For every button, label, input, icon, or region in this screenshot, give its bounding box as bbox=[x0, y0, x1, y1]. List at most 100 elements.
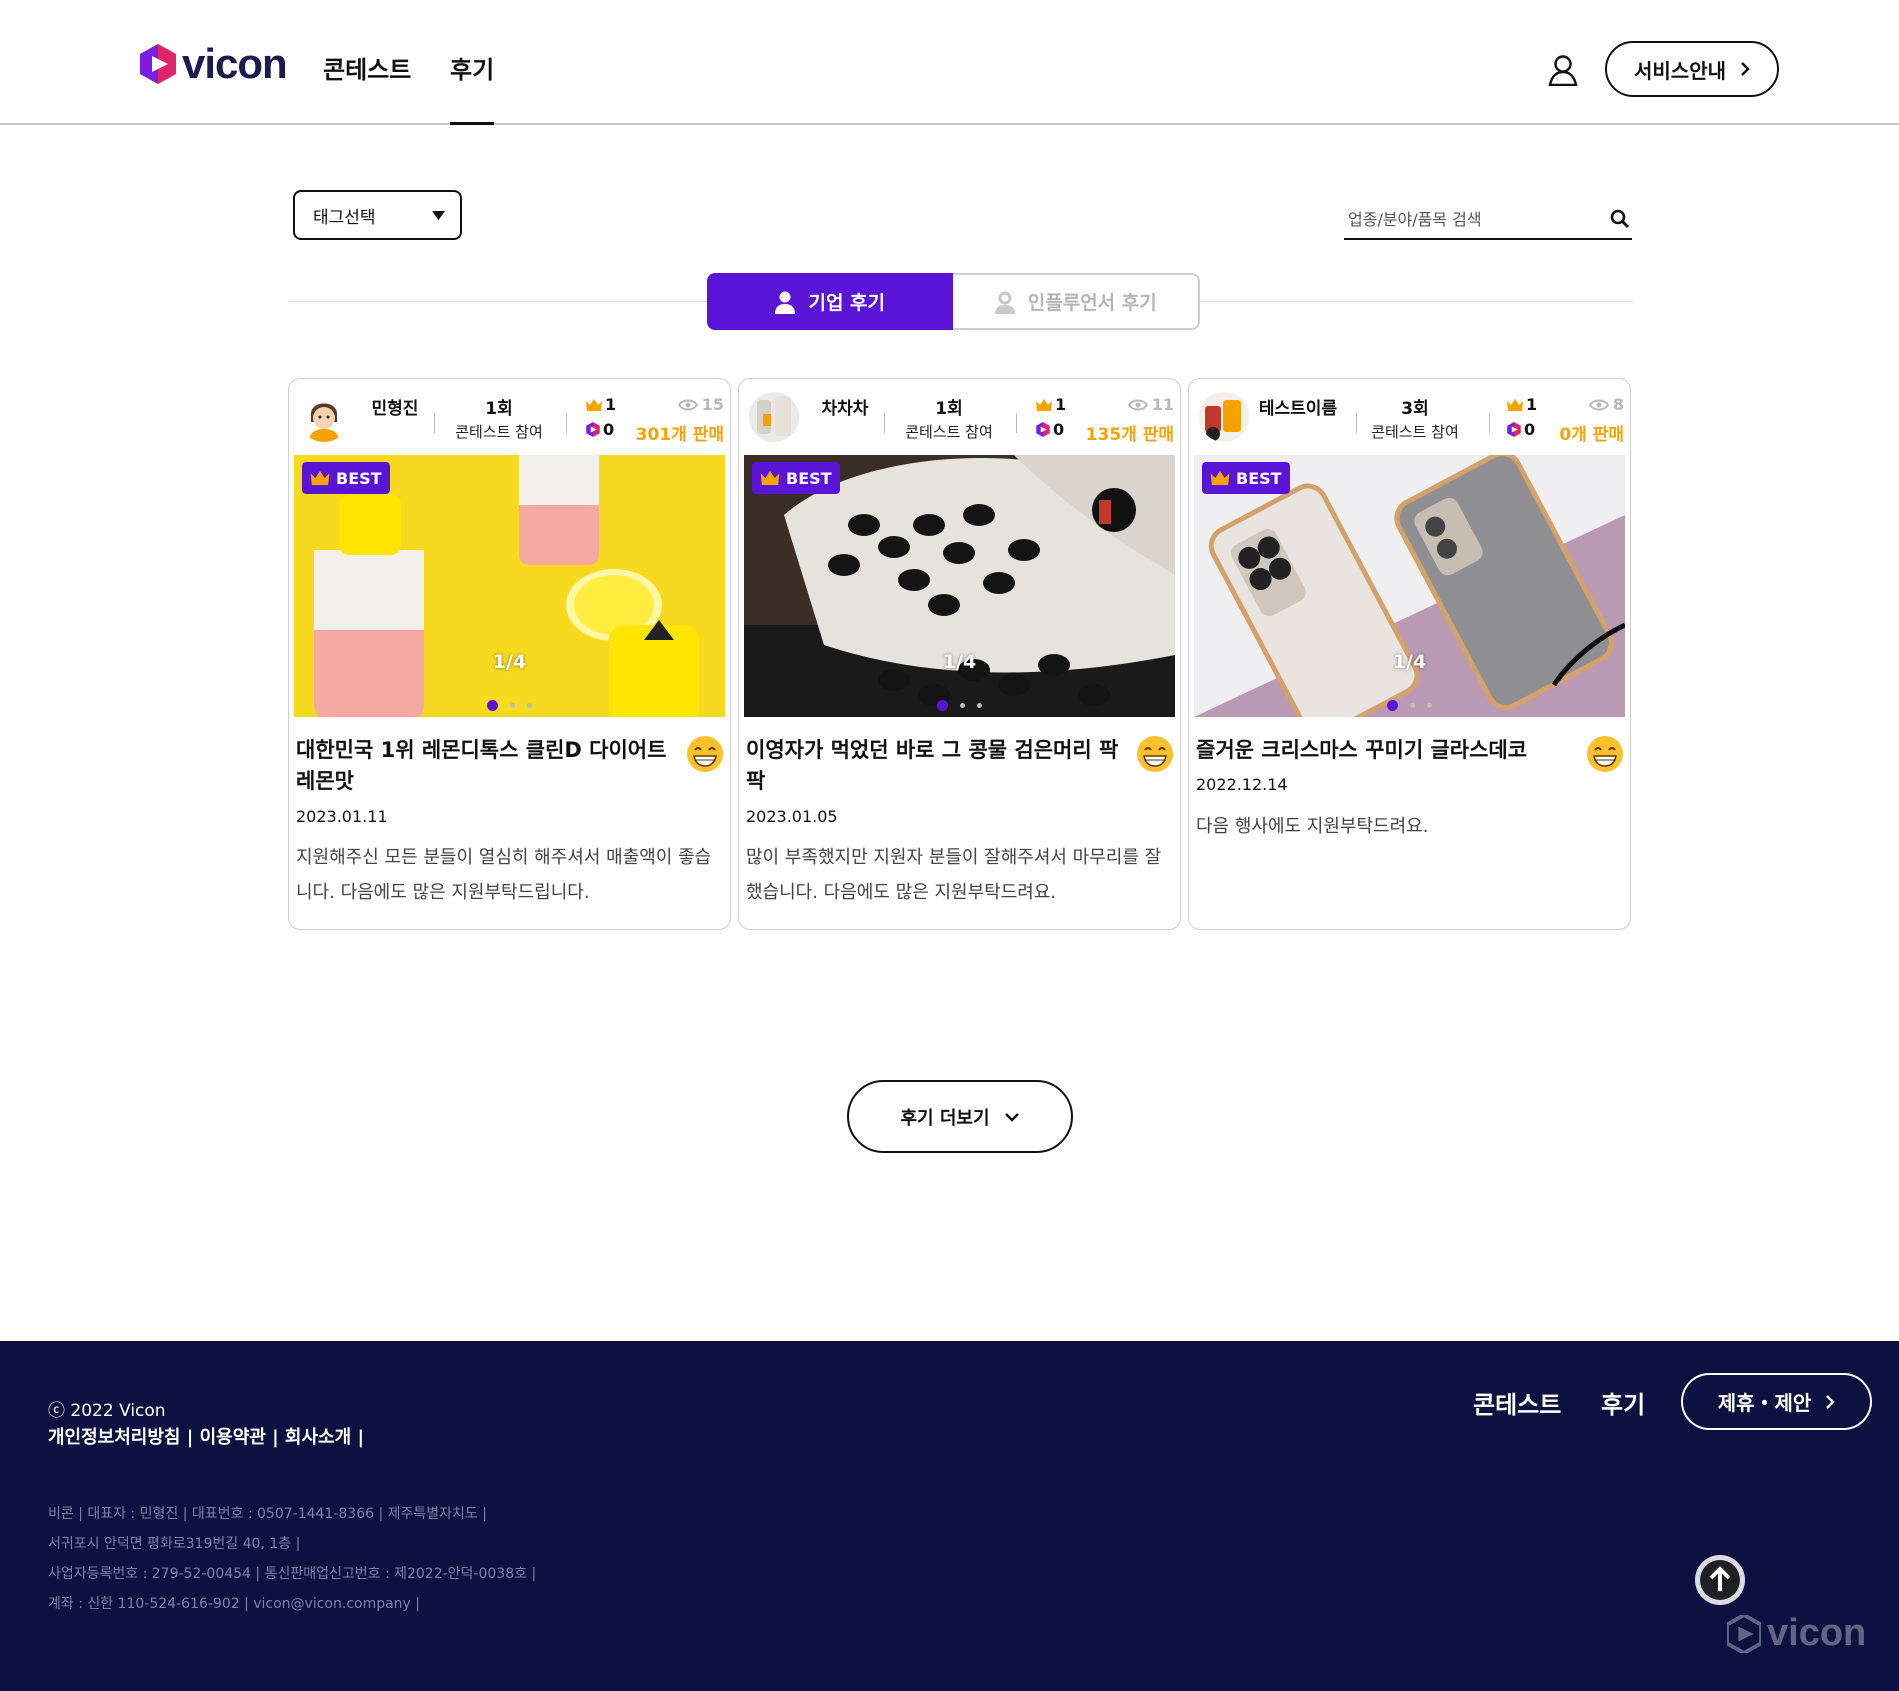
best-badge-label: BEST bbox=[336, 468, 382, 488]
arrow-up-icon bbox=[1700, 1560, 1740, 1600]
grin-emoji-icon bbox=[1137, 736, 1173, 772]
partnership-button[interactable]: 제휴・제안 bbox=[1681, 1373, 1872, 1430]
divider bbox=[1489, 413, 1490, 433]
footer-policy-links[interactable]: 개인정보처리방침 | 이용약관 | 회사소개 | bbox=[48, 1423, 364, 1449]
slide-dot[interactable] bbox=[1410, 703, 1415, 708]
card-header: 차차차 1회 콘테스트 참여 1 0 11 135개 판매 bbox=[739, 379, 1180, 455]
best-badge: BEST bbox=[302, 462, 390, 494]
slide-dot[interactable] bbox=[1427, 703, 1432, 708]
tab-influencer-review[interactable]: 인플루언서 후기 bbox=[952, 273, 1200, 330]
chevron-right-icon bbox=[1741, 62, 1750, 76]
contest-count-label: 콘테스트 참여 bbox=[455, 423, 543, 441]
site-footer: ⓒ 2022 Vicon 개인정보처리방침 | 이용약관 | 회사소개 | 비콘… bbox=[0, 1341, 1899, 1691]
slide-dot-active[interactable] bbox=[1387, 700, 1398, 711]
sold-count: 301개 판매 bbox=[635, 425, 724, 445]
view-stat: 15 bbox=[677, 395, 724, 414]
crown-icon bbox=[310, 471, 330, 485]
vicon-logo-icon bbox=[140, 44, 176, 84]
divider bbox=[434, 413, 435, 433]
review-tabs: 기업 후기 인플루언서 후기 bbox=[707, 273, 1200, 330]
vicon-stat: 0 bbox=[586, 420, 614, 439]
footer-logo: vicon bbox=[1727, 1612, 1866, 1655]
vicon-mini-icon bbox=[586, 422, 600, 437]
product-image[interactable]: BEST 1/4 bbox=[294, 455, 725, 717]
nav-review[interactable]: 후기 bbox=[450, 50, 495, 125]
best-badge-label: BEST bbox=[786, 468, 832, 488]
vicon-stat: 0 bbox=[1507, 420, 1535, 439]
service-guide-button[interactable]: 서비스안내 bbox=[1605, 41, 1779, 97]
chevron-right-icon bbox=[1826, 1394, 1835, 1409]
slide-dot[interactable] bbox=[960, 703, 965, 708]
service-guide-label: 서비스안내 bbox=[1634, 58, 1726, 83]
slide-dot[interactable] bbox=[510, 703, 515, 708]
company-info-line: 서귀포시 안덕면 평화로319번길 40, 1층 | bbox=[48, 1536, 301, 1552]
review-body: 많이 부족했지만 지원자 분들이 잘해주셔서 마무리를 잘했습니다. 다음에도 … bbox=[746, 847, 1162, 903]
contest-count-label: 콘테스트 참여 bbox=[1371, 423, 1459, 441]
slide-counter: 1/4 bbox=[492, 651, 527, 673]
nav-contest[interactable]: 콘테스트 bbox=[323, 50, 411, 85]
crown-count: 1 bbox=[605, 395, 617, 414]
review-body: 지원해주신 모든 분들이 열심히 해주셔서 매출액이 좋습니다. 다음에도 많은… bbox=[296, 847, 712, 903]
chevron-down-icon bbox=[1004, 1112, 1019, 1122]
review-card[interactable]: 차차차 1회 콘테스트 참여 1 0 11 135개 판매 BEST 1/4 이… bbox=[738, 378, 1181, 930]
slide-dots bbox=[744, 700, 1175, 711]
crown-count: 1 bbox=[1055, 395, 1067, 414]
divider bbox=[1356, 413, 1357, 433]
divider bbox=[1016, 413, 1017, 433]
search-input[interactable] bbox=[1346, 208, 1590, 230]
contest-count: 3회 bbox=[1401, 399, 1429, 419]
slide-dot[interactable] bbox=[527, 703, 532, 708]
slide-dot[interactable] bbox=[977, 703, 982, 708]
grin-emoji-icon bbox=[687, 736, 723, 772]
contest-count: 1회 bbox=[935, 399, 963, 419]
logo[interactable]: vicon bbox=[140, 40, 288, 88]
influencer-icon bbox=[994, 291, 1015, 314]
load-more-button[interactable]: 후기 더보기 bbox=[847, 1080, 1073, 1153]
crown-stat: 1 bbox=[1507, 395, 1537, 414]
eye-icon bbox=[677, 399, 698, 410]
review-title[interactable]: 대한민국 1위 레몬디톡스 클린D 다이어트 레몬맛 bbox=[296, 735, 676, 797]
vicon-count: 0 bbox=[603, 420, 615, 439]
vicon-stat: 0 bbox=[1036, 420, 1064, 439]
search-icon[interactable] bbox=[1610, 209, 1630, 229]
slide-dot-active[interactable] bbox=[937, 700, 948, 711]
contest-count: 1회 bbox=[485, 399, 513, 419]
product-image[interactable]: BEST 1/4 bbox=[1194, 455, 1625, 717]
tab-company-review[interactable]: 기업 후기 bbox=[707, 273, 953, 330]
copyright: ⓒ 2022 Vicon bbox=[48, 1401, 166, 1421]
review-card[interactable]: 테스트이름 3회 콘테스트 참여 1 0 8 0개 판매 BEST 1/4 즐거… bbox=[1188, 378, 1631, 930]
scroll-top-button[interactable] bbox=[1695, 1555, 1745, 1605]
footer-nav-contest[interactable]: 콘테스트 bbox=[1473, 1385, 1561, 1420]
slide-dot-active[interactable] bbox=[487, 700, 498, 711]
footer-nav-review[interactable]: 후기 bbox=[1601, 1385, 1645, 1420]
company-info-line: 사업자등록번호 : 279-52-00454 | 통신판매업신고번호 : 제20… bbox=[48, 1566, 537, 1582]
user-icon[interactable] bbox=[1548, 54, 1578, 90]
product-image[interactable]: BEST 1/4 bbox=[744, 455, 1175, 717]
review-card[interactable]: 민형진 1회 콘테스트 참여 1 0 15 301개 판매 BEST 1/4 대… bbox=[288, 378, 731, 930]
review-card-list: 민형진 1회 콘테스트 참여 1 0 15 301개 판매 BEST 1/4 대… bbox=[288, 378, 1631, 930]
partnership-label: 제휴・제안 bbox=[1717, 1391, 1812, 1415]
crown-stat: 1 bbox=[1036, 395, 1066, 414]
best-badge-label: BEST bbox=[1236, 468, 1282, 488]
avatar bbox=[1199, 392, 1249, 442]
review-title[interactable]: 이영자가 먹었던 바로 그 콩물 검은머리 팍팍 bbox=[746, 735, 1126, 797]
eye-icon bbox=[1127, 399, 1148, 410]
review-title[interactable]: 즐거운 크리스마스 꾸미기 글라스데코 bbox=[1196, 735, 1576, 766]
card-header: 민형진 1회 콘테스트 참여 1 0 15 301개 판매 bbox=[289, 379, 730, 455]
sold-count: 135개 판매 bbox=[1085, 425, 1174, 445]
reviewer-name: 민형진 bbox=[371, 399, 419, 419]
slide-counter: 1/4 bbox=[1392, 651, 1427, 673]
company-info-line: 계좌 : 신한 110-524-616-902 | vicon@vicon.co… bbox=[48, 1596, 421, 1612]
contest-count-label: 콘테스트 참여 bbox=[905, 423, 993, 441]
tag-select[interactable]: 태그선택 bbox=[293, 190, 462, 240]
logo-text: vicon bbox=[182, 40, 288, 87]
view-count: 8 bbox=[1612, 395, 1624, 414]
review-date: 2022.12.14 bbox=[1196, 775, 1288, 794]
caret-down-icon bbox=[432, 210, 445, 220]
load-more-label: 후기 더보기 bbox=[900, 1107, 990, 1129]
tab-company-review-label: 기업 후기 bbox=[808, 292, 886, 314]
footer-logo-text: vicon bbox=[1767, 1612, 1867, 1654]
tab-influencer-review-label: 인플루언서 후기 bbox=[1027, 292, 1157, 314]
best-badge: BEST bbox=[752, 462, 840, 494]
person-icon bbox=[775, 291, 796, 314]
